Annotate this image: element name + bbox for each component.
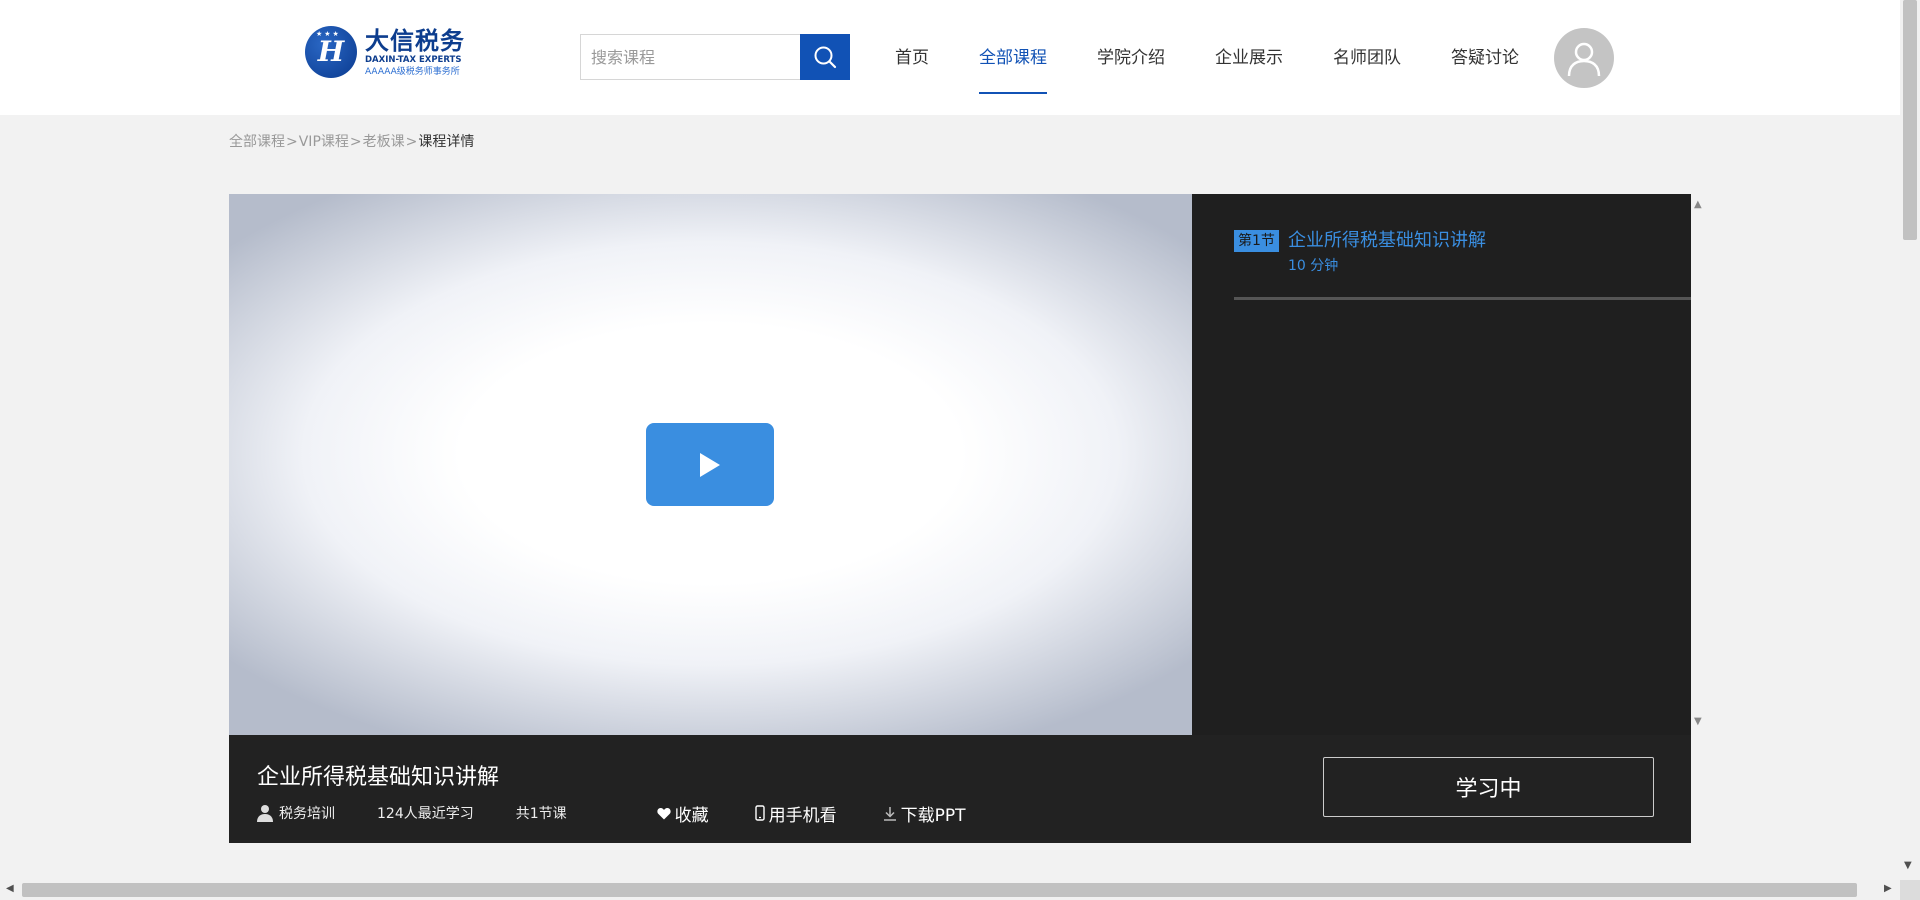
breadcrumb-all-courses[interactable]: 全部课程: [229, 134, 285, 150]
nav-all-courses[interactable]: 全部课程: [979, 34, 1047, 94]
search-button[interactable]: [800, 34, 850, 80]
study-status-button[interactable]: 学习中: [1323, 757, 1654, 817]
course-meta: 税务培训 124人最近学习 共1节课 收藏 用手机看 下载PPT: [257, 801, 1012, 826]
person-icon: [257, 805, 273, 822]
favorite-button[interactable]: 收藏: [657, 801, 709, 826]
horizontal-scroll-thumb[interactable]: [22, 883, 1857, 897]
download-ppt-button[interactable]: 下载PPT: [883, 801, 966, 826]
logo-name-cn: 大信税务: [365, 26, 465, 55]
nav-academy-intro[interactable]: 学院介绍: [1097, 34, 1165, 94]
nav-enterprise-showcase[interactable]: 企业展示: [1215, 34, 1283, 94]
breadcrumb-separator: >: [405, 134, 418, 150]
chapter-duration: 10 分钟: [1288, 258, 1339, 274]
course-learners: 124人最近学习: [377, 806, 474, 822]
breadcrumb: 全部课程>VIP课程>老板课>课程详情: [229, 131, 474, 151]
scroll-left-arrow-icon[interactable]: ◀: [6, 883, 14, 894]
breadcrumb-current: 课程详情: [418, 134, 475, 150]
user-avatar[interactable]: [1554, 28, 1614, 88]
chapter-scroll-up-icon[interactable]: ▲: [1694, 199, 1702, 210]
course-teacher-name: 税务培训: [279, 806, 335, 822]
breadcrumb-separator: >: [349, 134, 362, 150]
play-icon: [700, 452, 720, 477]
scroll-down-arrow-icon[interactable]: ▼: [1904, 860, 1912, 871]
download-ppt-label: 下载PPT: [900, 805, 966, 826]
search-icon: [814, 46, 837, 69]
course-lessons: 共1节课: [515, 806, 567, 822]
video-player[interactable]: [229, 194, 1192, 735]
search-input[interactable]: [580, 34, 800, 80]
logo-text: 大信税务 DAXIN-TAX EXPERTS AAAAA级税务师事务所: [365, 27, 465, 78]
play-button[interactable]: [646, 423, 774, 506]
favorite-label: 收藏: [674, 805, 709, 826]
course-title: 企业所得税基础知识讲解: [257, 765, 500, 790]
mobile-view-label: 用手机看: [768, 805, 837, 826]
logo-name-en: DAXIN-TAX EXPERTS: [365, 54, 462, 65]
nav-home[interactable]: 首页: [895, 34, 929, 94]
site-logo[interactable]: ★★★ 大信税务 DAXIN-TAX EXPERTS AAAAA级税务师事务所: [305, 20, 475, 84]
breadcrumb-boss-course[interactable]: 老板课: [363, 134, 405, 150]
vertical-scroll-thumb[interactable]: [1903, 0, 1917, 240]
scroll-right-arrow-icon[interactable]: ▶: [1884, 883, 1892, 894]
download-icon: [883, 806, 896, 821]
nav-teacher-team[interactable]: 名师团队: [1333, 34, 1401, 94]
course-info-bar: 企业所得税基础知识讲解 税务培训 124人最近学习 共1节课 收藏 用手机看 下…: [229, 735, 1691, 843]
chapter-list: 第1节 企业所得税基础知识讲解 10 分钟: [1192, 194, 1691, 735]
main-nav: 首页 全部课程 学院介绍 企业展示 名师团队 答疑讨论: [870, 34, 1544, 94]
breadcrumb-separator: >: [286, 134, 298, 150]
breadcrumb-vip-courses[interactable]: VIP课程: [299, 134, 349, 150]
chapter-title: 企业所得税基础知识讲解: [1288, 230, 1486, 251]
logo-tagline: AAAAA级税务师事务所: [365, 66, 460, 77]
chapter-scroll-down-icon[interactable]: ▼: [1694, 716, 1702, 727]
site-header: ★★★ 大信税务 DAXIN-TAX EXPERTS AAAAA级税务师事务所 …: [0, 0, 1900, 115]
course-teacher: 税务培训: [257, 803, 335, 823]
logo-icon: ★★★: [305, 26, 357, 78]
user-avatar-icon: [1567, 42, 1601, 77]
phone-icon: [754, 805, 765, 821]
search-bar: [580, 34, 850, 80]
chapter-item[interactable]: 第1节 企业所得税基础知识讲解 10 分钟: [1234, 230, 1691, 300]
chapter-badge: 第1节: [1234, 230, 1279, 252]
nav-qa-discussion[interactable]: 答疑讨论: [1451, 34, 1519, 94]
mobile-view-button[interactable]: 用手机看: [754, 801, 837, 826]
scrollbar-corner: [1900, 880, 1920, 900]
heart-icon: [657, 807, 671, 819]
